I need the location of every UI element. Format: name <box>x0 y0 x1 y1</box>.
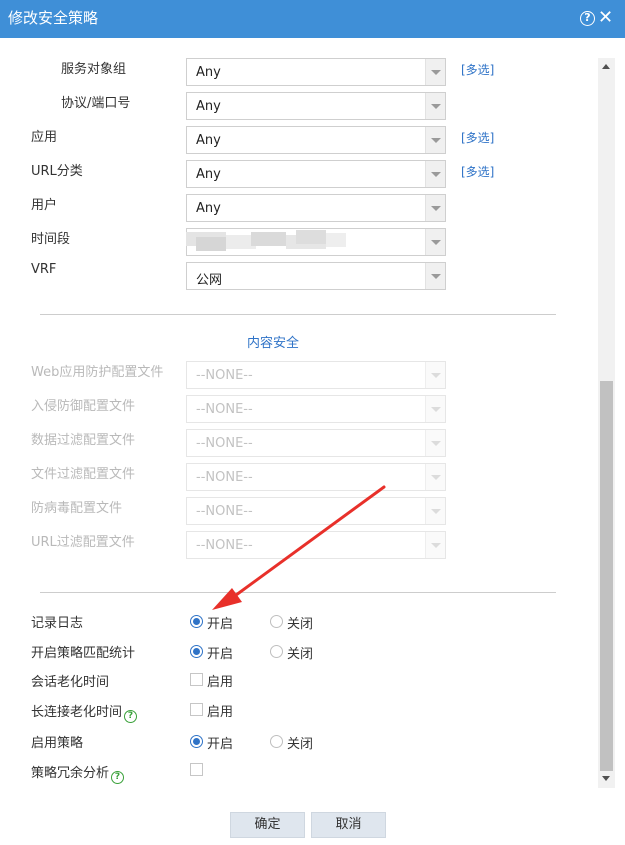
annotation-arrow <box>212 485 386 610</box>
